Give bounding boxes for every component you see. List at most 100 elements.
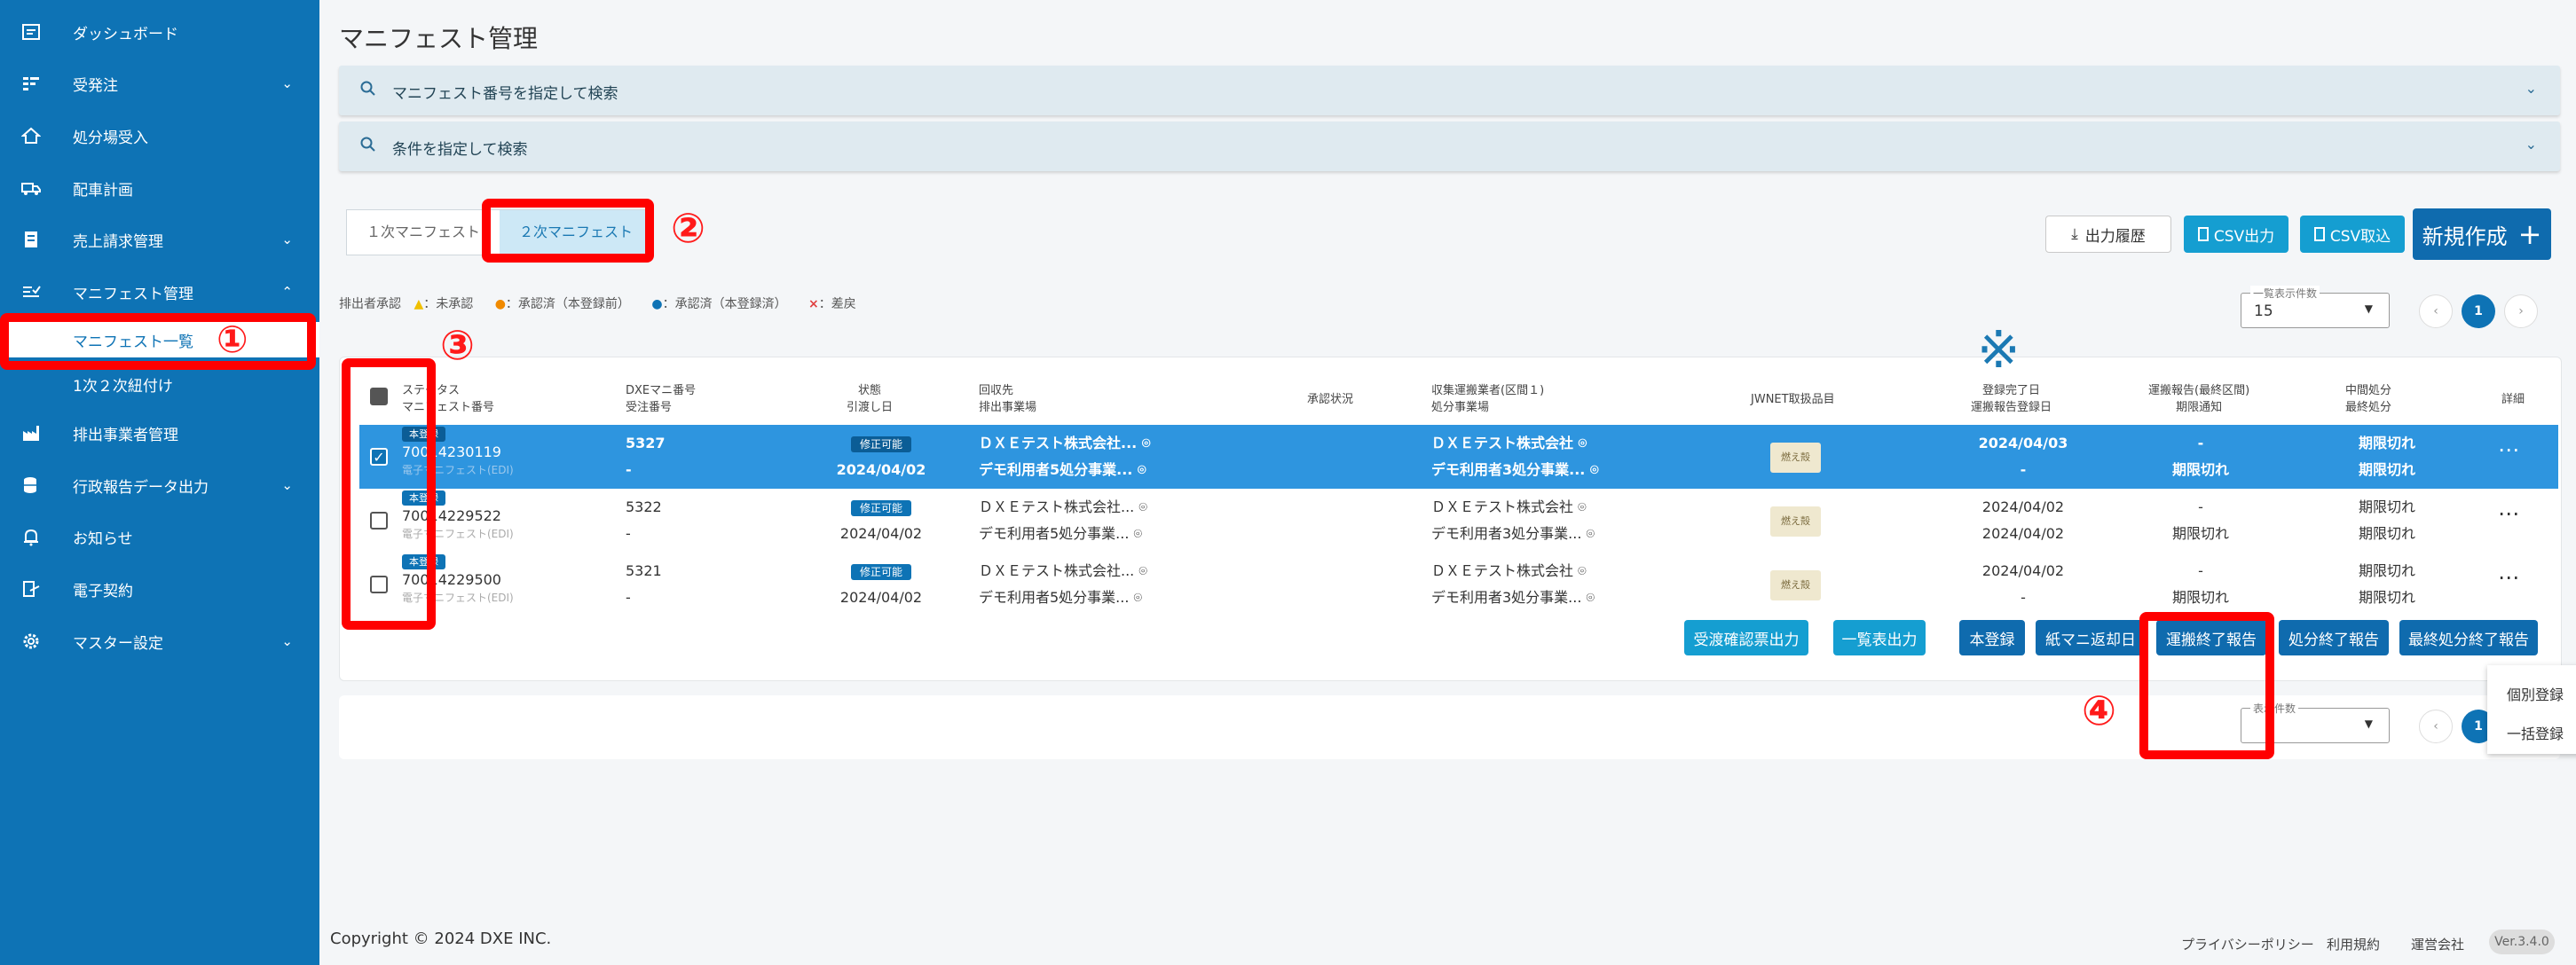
annotation-number-1: ① <box>217 318 248 361</box>
collector-cell[interactable]: ＤＸＥテスト株式会社 ⌾ デモ利用者3処分事業... ⌾ <box>1431 430 1599 483</box>
list-output-button[interactable]: 一覧表出力 <box>1833 620 1926 655</box>
individual-register-item[interactable]: 個別登録 <box>2507 683 2564 704</box>
more-icon[interactable]: ⋯ <box>2498 437 2520 462</box>
transport-report-date: - <box>2021 589 2026 606</box>
mid-disposal: 期限切れ <box>2358 562 2415 579</box>
dxe-cell: 5327 - <box>626 430 666 483</box>
annotation-mark: ※ <box>1977 319 2021 380</box>
dxe-cell: 5321 - <box>626 558 662 611</box>
transport-report-dropdown: 個別登録 一括登録 <box>2487 665 2576 754</box>
sidebar-item-dispatch[interactable]: 配車計画 <box>0 166 319 210</box>
final-disposal-end-report-button[interactable]: 最終処分終了報告 <box>2399 620 2538 655</box>
page-title: マニフェスト管理 <box>339 24 539 53</box>
collection-site: ＤＸＥテスト株式会社... <box>979 435 1138 451</box>
sidebar-item-emitters[interactable]: 排出事業者管理 <box>0 411 319 455</box>
header-site: 回収先 排出事業場 <box>979 382 1036 416</box>
prev-page-button[interactable]: ‹ <box>2419 294 2453 328</box>
receipt-confirm-output-button[interactable]: 受渡確認票出力 <box>1684 620 1808 655</box>
delivery-date: 2024/04/02 <box>839 589 923 606</box>
chevron-down-icon: ⌄ <box>281 477 293 493</box>
database-icon <box>21 475 41 495</box>
page-size-select[interactable]: 一覧表示件数 15 ▼ <box>2241 286 2390 328</box>
button-label: CSV出力 <box>2213 227 2275 246</box>
next-page-button[interactable]: › <box>2504 294 2538 328</box>
company-link[interactable]: 運営会社 <box>2411 935 2464 953</box>
privacy-policy-link[interactable]: プライバシーポリシー <box>2181 935 2314 953</box>
page-button[interactable]: 1 <box>2462 294 2495 328</box>
sidebar-item-link-primary-secondary[interactable]: 1次２次紐付け <box>0 366 319 402</box>
sidebar-item-master[interactable]: マスター設定 ⌄ <box>0 619 319 663</box>
sidebar-item-orders[interactable]: 受発注 ⌄ <box>0 61 319 106</box>
site-cell[interactable]: ＤＸＥテスト株式会社... ⌾ デモ利用者5処分事業... ⌾ <box>979 494 1147 547</box>
header-approval: 承認状況 <box>1307 393 1354 406</box>
header-label: 登録完了日 <box>1982 384 2041 397</box>
button-label: CSV取込 <box>2329 227 2391 246</box>
header-label: 排出事業場 <box>979 401 1037 414</box>
more-icon[interactable]: ⋯ <box>2498 501 2520 526</box>
registration-cell: 2024/04/02 2024/04/02 <box>1970 494 2076 547</box>
sidebar-item-disposal-intake[interactable]: 処分場受入 <box>0 114 319 158</box>
legend-label: ：承認済（本登録前） <box>505 297 630 311</box>
legend-label: ：承認済（本登録済） <box>662 297 787 311</box>
sidebar-item-billing[interactable]: 売上請求管理 ⌄ <box>0 217 319 262</box>
header-label: 受注番号 <box>626 401 673 414</box>
sidebar-item-e-contract[interactable]: 電子契約 <box>0 567 319 611</box>
collector-cell[interactable]: ＤＸＥテスト株式会社 ⌾ デモ利用者3処分事業... ⌾ <box>1431 494 1595 547</box>
chevron-down-icon: ⌄ <box>2525 136 2537 153</box>
search-by-number-accordion[interactable]: マニフェスト番号を指定して検索 ⌄ <box>339 66 2560 115</box>
location-pin-icon: ⌾ <box>1137 461 1146 478</box>
main-register-button[interactable]: 本登録 <box>1959 620 2025 655</box>
csv-import-button[interactable]: CSV取込 <box>2300 216 2405 253</box>
sidebar-item-label: 売上請求管理 <box>73 232 163 251</box>
collector-name: ＤＸＥテスト株式会社 <box>1431 435 1574 451</box>
approval-legend: 排出者承認 ▲：未承認 ●：承認済（本登録前） ●：承認済（本登録済） ×：差戻 <box>339 294 874 312</box>
caret-down-icon: ▼ <box>2364 718 2373 730</box>
prev-page-button[interactable]: ‹ <box>2419 710 2453 743</box>
header-disposal: 中間処分 最終処分 <box>2345 382 2391 416</box>
output-history-button[interactable]: ⤓ 出力履歴 <box>2045 216 2171 253</box>
sidebar-item-label: 1次２次紐付け <box>73 377 173 396</box>
caret-down-icon: ▼ <box>2364 302 2373 315</box>
sidebar-item-admin-report[interactable]: 行政報告データ出力 ⌄ <box>0 463 319 507</box>
header-label: 引渡し日 <box>847 401 894 414</box>
deadline-notice: 期限切れ <box>2171 461 2229 478</box>
sidebar-item-label: 電子契約 <box>73 582 133 600</box>
legend-rejected: ×：差戻 <box>808 297 865 311</box>
header-registration: 登録完了日 運搬報告登録日 <box>1971 382 2052 416</box>
transport-cell: - 期限切れ <box>2147 494 2254 547</box>
bulk-register-item[interactable]: 一括登録 <box>2507 722 2564 743</box>
transport-report: - <box>2198 498 2203 515</box>
sidebar-item-manifest[interactable]: マニフェスト管理 ⌃ <box>0 270 319 314</box>
version-badge: Ver.3.4.0 <box>2489 930 2555 954</box>
table-row[interactable]: ✓ 本登録 70014230119 電子マニフェスト(EDI) 5327- 修正… <box>359 425 2558 489</box>
more-icon[interactable]: ⋯ <box>2498 565 2520 590</box>
site-cell[interactable]: ＤＸＥテスト株式会社... ⌾ デモ利用者5処分事業... ⌾ <box>979 558 1147 611</box>
disposal-end-report-button[interactable]: 処分終了報告 <box>2279 620 2389 655</box>
csv-export-button[interactable]: CSV出力 <box>2184 216 2288 253</box>
search-icon <box>360 137 376 157</box>
dot-blue-icon: ● <box>651 297 663 311</box>
header-state: 状態 引渡し日 <box>847 382 893 416</box>
legend-unapproved: ▲：未承認 <box>414 297 482 311</box>
collector-cell[interactable]: ＤＸＥテスト株式会社 ⌾ デモ利用者3処分事業... ⌾ <box>1431 558 1595 611</box>
disposer-name: デモ利用者3処分事業... <box>1431 461 1586 478</box>
header-transport-report: 運搬報告(最終区間) 期限通知 <box>2148 382 2249 416</box>
new-create-button[interactable]: 新規作成 + <box>2413 208 2551 260</box>
search-by-condition-accordion[interactable]: 条件を指定して検索 ⌄ <box>339 122 2560 171</box>
sidebar-item-dashboard[interactable]: ダッシュボード <box>0 10 319 54</box>
table-row[interactable]: 本登録 70014229522 電子マニフェスト(EDI) 5322- 修正可能… <box>359 489 2558 553</box>
transport-report: - <box>2198 562 2203 579</box>
order-number: - <box>626 525 631 542</box>
transport-report: - <box>2197 435 2204 451</box>
order-number: - <box>626 589 631 606</box>
annotation-box-4 <box>2139 612 2274 759</box>
tab-primary-manifest[interactable]: １次マニフェスト <box>347 210 500 255</box>
disposal-cell: 期限切れ 期限切れ <box>2334 558 2440 611</box>
file-icon <box>2313 227 2325 241</box>
legend-prefix: 排出者承認 <box>339 297 401 311</box>
site-cell[interactable]: ＤＸＥテスト株式会社... ⌾ デモ利用者5処分事業... ⌾ <box>979 430 1150 483</box>
table-row[interactable]: 本登録 70014229500 電子マニフェスト(EDI) 5321- 修正可能… <box>359 553 2558 616</box>
terms-link[interactable]: 利用規約 <box>2327 935 2380 953</box>
paper-return-button[interactable]: 紙マニ返却日 <box>2036 620 2146 655</box>
sidebar-item-notices[interactable]: お知らせ <box>0 514 319 559</box>
